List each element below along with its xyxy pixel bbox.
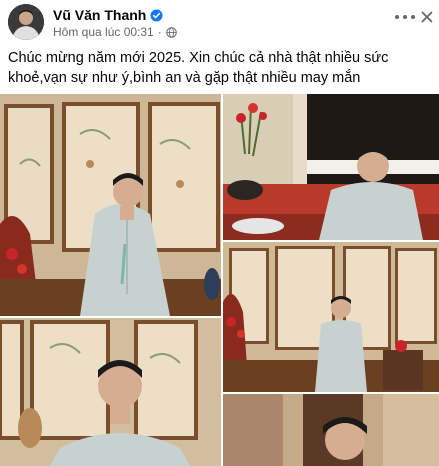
post-timestamp[interactable]: Hôm qua lúc 00:31	[53, 25, 154, 39]
globe-icon[interactable]	[165, 26, 177, 38]
author-name-text[interactable]: Vũ Văn Thanh	[53, 7, 146, 23]
avatar[interactable]	[8, 4, 44, 40]
post-caption: Chúc mừng năm mới 2025. Xin chúc cả nhà …	[8, 50, 389, 86]
author-name[interactable]: Vũ Văn Thanh	[53, 7, 163, 23]
close-icon[interactable]	[419, 9, 435, 25]
gallery-photo-3[interactable]	[223, 242, 439, 392]
gallery-photo-5[interactable]	[223, 394, 439, 466]
post-header: Vũ Văn Thanh Hôm qua lúc 00:31 ·	[0, 0, 439, 40]
verified-badge-icon	[150, 8, 163, 22]
photo-gallery	[0, 94, 439, 466]
more-options-icon[interactable]	[395, 10, 415, 24]
gallery-photo-2[interactable]	[223, 94, 439, 240]
gallery-photo-4[interactable]	[0, 318, 221, 466]
meta-separator: ·	[157, 25, 162, 39]
post-meta: Hôm qua lúc 00:31 ·	[53, 25, 177, 39]
gallery-photo-1[interactable]	[0, 94, 221, 316]
